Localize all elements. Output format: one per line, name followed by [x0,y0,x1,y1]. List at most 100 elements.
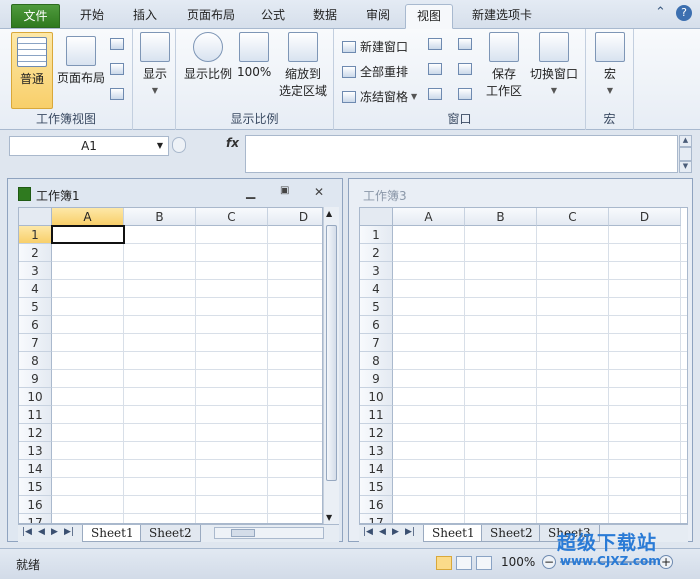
scroll-up-icon[interactable]: ▲ [679,135,692,147]
scroll-up-icon[interactable]: ▲ [326,209,332,218]
row-header[interactable]: 9 [360,370,393,388]
sheet-tab-sheet1[interactable]: Sheet1 [423,525,484,542]
row-header[interactable]: 4 [360,280,393,298]
tab-view[interactable]: 视图 [405,4,453,29]
row-header[interactable]: 16 [19,496,52,514]
arrange-all-button[interactable]: 全部重排 [342,63,408,80]
normal-view-icon[interactable] [436,556,452,570]
page-layout-icon[interactable] [456,556,472,570]
custom-views-icon[interactable] [110,63,124,75]
macros-button[interactable]: 宏 ▼ [592,32,628,96]
row-header[interactable]: 14 [19,460,52,478]
prev-sheet-icon[interactable]: ◀ [379,527,386,537]
row-header[interactable]: 3 [360,262,393,280]
scroll-down-icon[interactable]: ▼ [326,513,332,522]
row-header[interactable]: 2 [360,244,393,262]
row-header[interactable]: 8 [360,352,393,370]
view-side-by-side-icon[interactable] [458,38,472,50]
zoom-to-selection-button[interactable]: 缩放到 选定区域 [277,32,329,99]
column-header[interactable]: C [196,208,268,226]
horizontal-scrollbar[interactable] [214,527,324,539]
row-header[interactable]: 11 [360,406,393,424]
show-button[interactable]: 显示 ▼ [137,32,173,96]
workbook-window-1[interactable]: 工作簿1 ▁ ▣ ✕ A B C D 1 2 3 4 5 6 7 8 9 10 11 12 13 14 15 16 17… [7,178,343,542]
row-header[interactable]: 11 [19,406,52,424]
scroll-down-icon[interactable]: ▼ [679,161,692,173]
tab-page-layout[interactable]: 页面布局 [178,4,244,28]
split-icon[interactable] [428,38,442,50]
row-header[interactable]: 15 [19,478,52,496]
last-sheet-icon[interactable]: ▶| [405,527,415,537]
tab-formulas[interactable]: 公式 [253,4,293,28]
row-header[interactable]: 15 [360,478,393,496]
sheet-tab-sheet1[interactable]: Sheet1 [82,525,143,542]
name-box[interactable]: A1 ▼ [9,136,169,156]
tab-insert[interactable]: 插入 [124,4,166,28]
zoom-button[interactable]: 显示比例 [182,32,234,82]
page-break-icon[interactable] [476,556,492,570]
close-icon[interactable]: ✕ [314,185,324,199]
worksheet-grid[interactable]: A B C D 1 2 3 4 5 6 7 8 9 10 11 12 13 14 15 16 17 [18,207,323,524]
resize-handle[interactable] [172,137,186,153]
row-header[interactable]: 5 [360,298,393,316]
restore-icon[interactable]: ▣ [280,185,289,196]
column-header[interactable]: D [609,208,681,226]
column-header[interactable]: D [268,208,322,226]
worksheet-grid[interactable]: A B C D 1 2 3 4 5 6 7 8 9 10 11 12 13 14 15 16 17 [359,207,688,524]
row-header[interactable]: 14 [360,460,393,478]
freeze-panes-button[interactable]: 冻结窗格 ▼ [342,88,417,105]
row-header[interactable]: 7 [360,334,393,352]
row-header[interactable]: 7 [19,334,52,352]
synchronous-scrolling-icon[interactable] [458,63,472,75]
active-cell[interactable] [51,225,125,244]
switch-windows-button[interactable]: 切换窗口 ▼ [526,32,582,96]
next-sheet-icon[interactable]: ▶ [392,527,399,537]
reset-window-position-icon[interactable] [458,88,472,100]
sheet-tab-sheet2[interactable]: Sheet2 [481,525,542,542]
column-header[interactable]: B [465,208,537,226]
normal-view-button[interactable]: 普通 [11,32,53,109]
column-header[interactable]: C [537,208,609,226]
prev-sheet-icon[interactable]: ◀ [38,527,45,537]
zoom-level[interactable]: 100% [501,555,535,569]
row-header[interactable]: 3 [19,262,52,280]
vertical-scrollbar[interactable]: ▲ ▼ [323,207,339,524]
zoom-out-icon[interactable]: − [542,555,556,569]
unhide-window-icon[interactable] [428,88,442,100]
save-workspace-button[interactable]: 保存 工作区 [484,32,524,99]
page-break-preview-icon[interactable] [110,38,124,50]
tab-file[interactable]: 文件 [11,4,60,28]
first-sheet-icon[interactable]: |◀ [22,527,32,537]
insert-function-icon[interactable]: fx [226,136,239,150]
row-header[interactable]: 16 [360,496,393,514]
h-scroll-thumb[interactable] [231,529,255,537]
zoom-100-button[interactable]: 100% [237,32,271,79]
row-header[interactable]: 13 [360,442,393,460]
full-screen-icon[interactable] [110,88,124,100]
column-header[interactable]: B [124,208,196,226]
column-header[interactable]: A [52,208,124,226]
row-header[interactable]: 4 [19,280,52,298]
formula-input[interactable] [245,135,678,173]
column-header[interactable]: A [393,208,465,226]
new-window-button[interactable]: 新建窗口 [342,38,408,55]
row-header[interactable]: 17 [360,514,393,523]
row-header[interactable]: 10 [19,388,52,406]
row-header[interactable]: 8 [19,352,52,370]
row-header[interactable]: 10 [360,388,393,406]
select-all-corner[interactable] [19,208,52,226]
row-header[interactable]: 12 [19,424,52,442]
row-header[interactable]: 1 [360,226,393,244]
chevron-down-icon[interactable]: ▼ [157,137,163,155]
scroll-track[interactable] [679,147,692,161]
row-header[interactable]: 13 [19,442,52,460]
minimize-ribbon-icon[interactable]: ⌃ [655,5,666,20]
page-layout-view-button[interactable]: 页面布局 [55,36,107,86]
row-header[interactable]: 9 [19,370,52,388]
tab-new[interactable]: 新建选项卡 [462,4,542,28]
row-header[interactable]: 1 [19,226,52,244]
row-header[interactable]: 2 [19,244,52,262]
minimize-icon[interactable]: ▁ [246,185,255,199]
tab-review[interactable]: 审阅 [357,4,399,28]
row-header[interactable]: 6 [19,316,52,334]
